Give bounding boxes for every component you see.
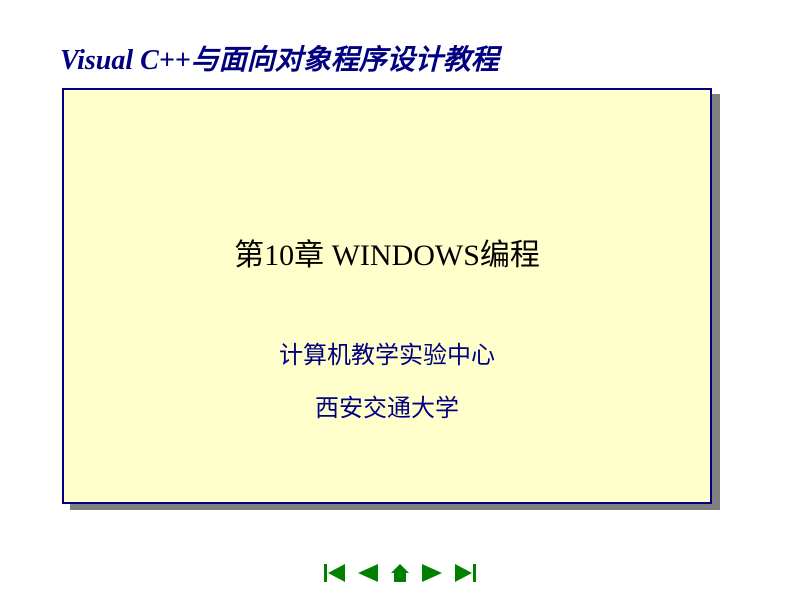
home-button[interactable]: [386, 561, 414, 585]
next-page-button[interactable]: [418, 561, 446, 585]
navigation-controls: [322, 561, 478, 585]
subtitle-organization: 计算机教学实验中心: [64, 335, 710, 370]
page-title: Visual C++与面向对象程序设计教程: [60, 38, 499, 78]
previous-page-button[interactable]: [354, 561, 382, 585]
first-page-button[interactable]: [322, 561, 350, 585]
chapter-title: 第10章 WINDOWS编程: [64, 230, 710, 274]
last-page-button[interactable]: [450, 561, 478, 585]
subtitle-university: 西安交通大学: [64, 388, 710, 423]
content-box: 第10章 WINDOWS编程 计算机教学实验中心 西安交通大学: [62, 88, 712, 504]
